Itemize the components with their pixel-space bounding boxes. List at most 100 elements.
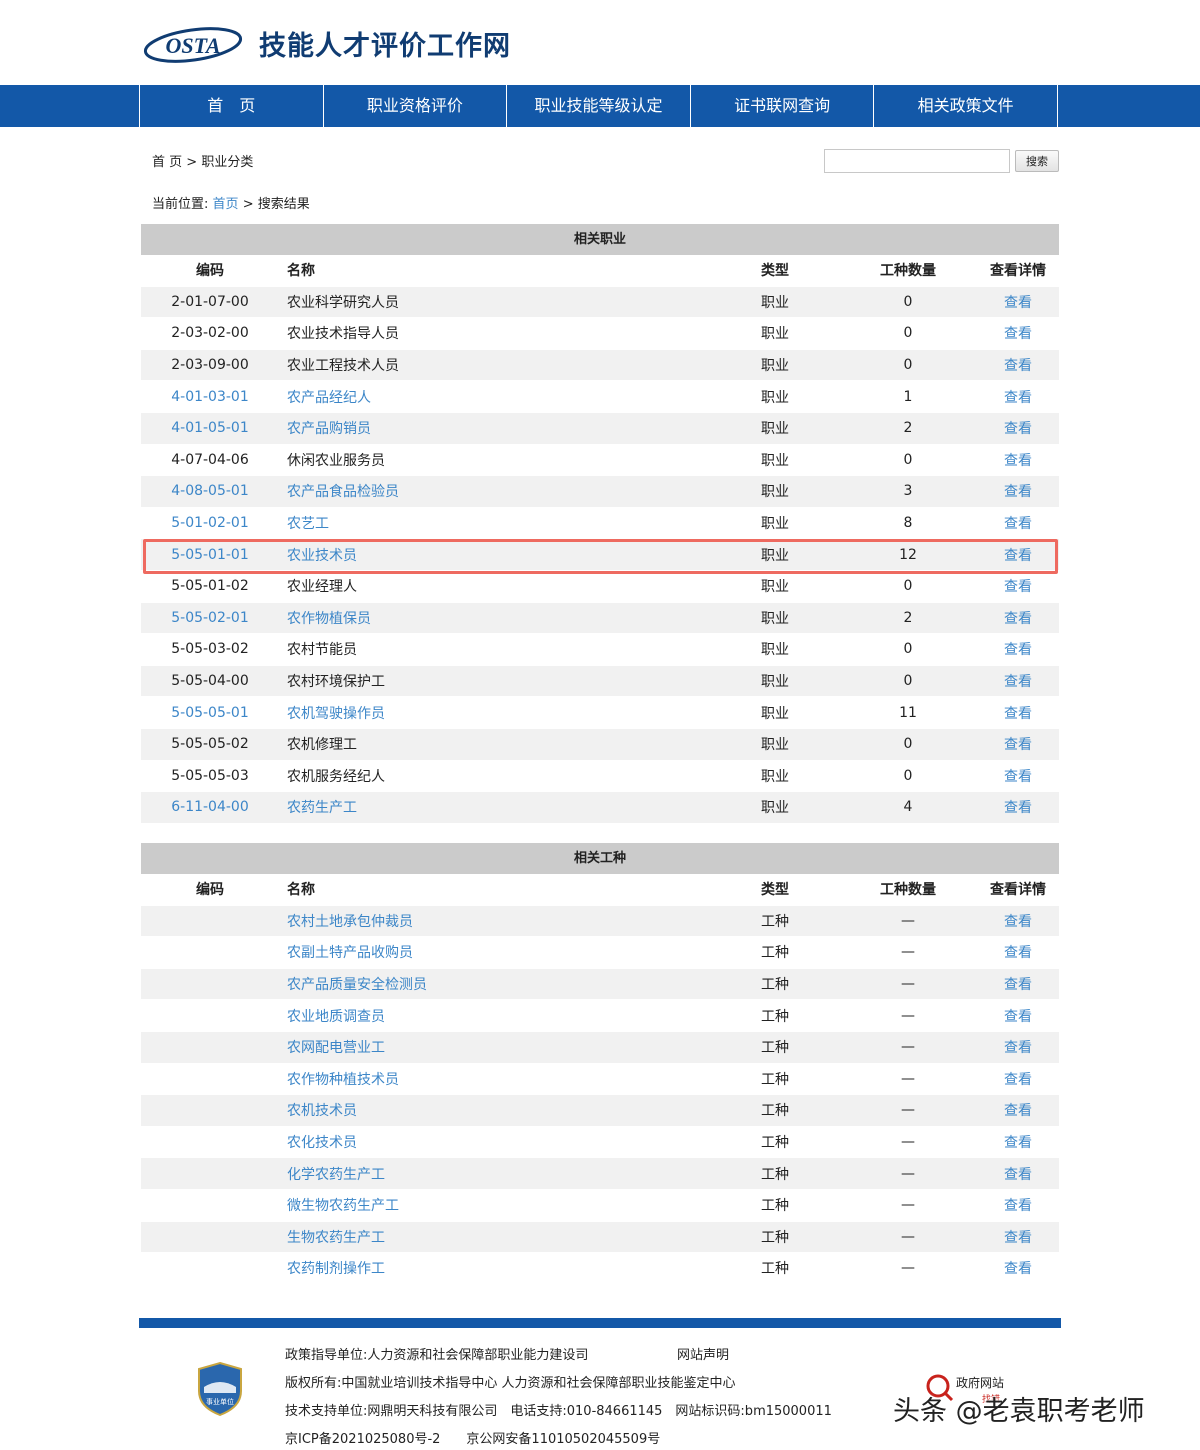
- view-link[interactable]: 查看: [977, 1037, 1059, 1057]
- view-link[interactable]: 查看: [977, 387, 1059, 407]
- cell-name[interactable]: 农机技术员: [279, 1100, 759, 1120]
- cell-name[interactable]: 化学农药生产工: [279, 1164, 759, 1184]
- cell-code[interactable]: 4-01-05-01: [141, 420, 279, 436]
- public-institution-badge-icon[interactable]: 事业单位: [196, 1361, 244, 1417]
- breadcrumb: 首 页 > 职业分类: [152, 151, 253, 170]
- view-link[interactable]: 查看: [977, 671, 1059, 691]
- cell-type: 职业: [761, 737, 789, 754]
- osta-logo[interactable]: OSTA: [142, 22, 244, 66]
- nav-item-certificate-query[interactable]: 证书联网查询: [691, 85, 875, 127]
- cell-count: 2: [903, 609, 913, 626]
- cell-name: 农业经理人: [287, 579, 357, 596]
- search-button[interactable]: 搜索: [1015, 150, 1059, 172]
- trades-table: 相关工种 编码 名称 类型 工种数量 查看详情 农村土地承包仲裁员 工种 — 查看 农副…: [141, 843, 1059, 1285]
- cell-name[interactable]: 农产品食品检验员: [279, 481, 759, 501]
- cell-name[interactable]: 农产品质量安全检测员: [279, 974, 759, 994]
- cell-name[interactable]: 农产品购销员: [279, 418, 759, 438]
- view-link[interactable]: 查看: [977, 639, 1059, 659]
- cell-name[interactable]: 微生物农药生产工: [279, 1195, 759, 1215]
- cell-count: 0: [903, 736, 913, 753]
- nav-item-skill-level[interactable]: 职业技能等级认定: [507, 85, 691, 127]
- view-link[interactable]: 查看: [977, 942, 1059, 962]
- view-link[interactable]: 查看: [977, 911, 1059, 931]
- nav-item-home[interactable]: 首 页: [140, 85, 324, 127]
- cell-count: —: [901, 912, 915, 929]
- cell-name[interactable]: 农业技术员: [279, 545, 759, 565]
- cell-name[interactable]: 农作物种植技术员: [279, 1069, 759, 1089]
- view-link[interactable]: 查看: [977, 974, 1059, 994]
- cell-code: 2-03-09-00: [171, 357, 249, 374]
- footer-statement-link[interactable]: 网站声明: [677, 1344, 729, 1363]
- footer-icp[interactable]: 京ICP备2021025080号-2 京公网安备11010502045509号: [285, 1428, 660, 1447]
- cell-type: 职业: [761, 421, 789, 438]
- cell-type: 工种: [761, 1229, 789, 1246]
- cell-code[interactable]: 4-01-03-01: [141, 389, 279, 405]
- breadcrumb-current: 职业分类: [201, 155, 254, 170]
- cell-count: 12: [899, 546, 917, 563]
- table-row: 农产品质量安全检测员 工种 — 查看: [141, 968, 1059, 1001]
- cell-name: 农村环境保护工: [287, 674, 385, 691]
- table-row: 农机技术员 工种 — 查看: [141, 1095, 1059, 1127]
- nav-item-policy[interactable]: 相关政策文件: [874, 85, 1058, 127]
- nav-item-qualification[interactable]: 职业资格评价: [324, 85, 508, 127]
- search-input[interactable]: [824, 149, 1010, 173]
- cell-code[interactable]: 5-05-01-01: [141, 547, 279, 563]
- cell-name[interactable]: 农化技术员: [279, 1132, 759, 1152]
- location-home-link[interactable]: 首页: [213, 197, 239, 212]
- view-link[interactable]: 查看: [977, 703, 1059, 723]
- cell-code[interactable]: 5-01-02-01: [141, 515, 279, 531]
- cell-name[interactable]: 农艺工: [279, 513, 759, 533]
- svg-text:政府网站: 政府网站: [956, 1375, 1004, 1390]
- view-link[interactable]: 查看: [977, 450, 1059, 470]
- cell-type: 工种: [761, 913, 789, 930]
- header: OSTA 技能人才评价工作网: [0, 0, 1200, 85]
- view-link[interactable]: 查看: [977, 355, 1059, 375]
- view-link[interactable]: 查看: [977, 1258, 1059, 1278]
- cell-name[interactable]: 农副土特产品收购员: [279, 942, 759, 962]
- cell-type: 工种: [761, 1040, 789, 1057]
- view-link[interactable]: 查看: [977, 481, 1059, 501]
- breadcrumb-home[interactable]: 首 页: [152, 155, 182, 170]
- cell-name[interactable]: 农业地质调查员: [279, 1006, 759, 1026]
- view-link[interactable]: 查看: [977, 1132, 1059, 1152]
- cell-name[interactable]: 农作物植保员: [279, 608, 759, 628]
- view-link[interactable]: 查看: [977, 513, 1059, 533]
- view-link[interactable]: 查看: [977, 545, 1059, 565]
- view-link[interactable]: 查看: [977, 323, 1059, 343]
- cell-name[interactable]: 农机驾驶操作员: [279, 703, 759, 723]
- view-link[interactable]: 查看: [977, 608, 1059, 628]
- cell-type: 职业: [761, 642, 789, 659]
- cell-name[interactable]: 农产品经纪人: [279, 387, 759, 407]
- view-link[interactable]: 查看: [977, 1069, 1059, 1089]
- table-row: 2-03-09-00 农业工程技术人员 职业 0 查看: [141, 349, 1059, 382]
- table-row: 农业地质调查员 工种 — 查看: [141, 1000, 1059, 1032]
- view-link[interactable]: 查看: [977, 1006, 1059, 1026]
- view-link[interactable]: 查看: [977, 576, 1059, 596]
- header-name: 名称: [287, 263, 315, 280]
- view-link[interactable]: 查看: [977, 797, 1059, 817]
- cell-name: 农业科学研究人员: [287, 294, 399, 311]
- view-link[interactable]: 查看: [977, 1195, 1059, 1215]
- cell-code[interactable]: 5-05-05-01: [141, 705, 279, 721]
- cell-count: 1: [903, 388, 913, 405]
- view-link[interactable]: 查看: [977, 1100, 1059, 1120]
- cell-count: 0: [903, 641, 913, 658]
- cell-code[interactable]: 6-11-04-00: [141, 799, 279, 815]
- view-link[interactable]: 查看: [977, 766, 1059, 786]
- view-link[interactable]: 查看: [977, 734, 1059, 754]
- view-link[interactable]: 查看: [977, 292, 1059, 312]
- svg-text:OSTA: OSTA: [165, 33, 220, 58]
- cell-name[interactable]: 农药制剂操作工: [279, 1258, 759, 1278]
- view-link[interactable]: 查看: [977, 1164, 1059, 1184]
- cell-code[interactable]: 5-05-02-01: [141, 610, 279, 626]
- view-link[interactable]: 查看: [977, 418, 1059, 438]
- cell-name[interactable]: 农村土地承包仲裁员: [279, 911, 759, 931]
- cell-name[interactable]: 生物农药生产工: [279, 1227, 759, 1247]
- cell-name[interactable]: 农药生产工: [279, 797, 759, 817]
- cell-type: 职业: [761, 326, 789, 343]
- cell-name[interactable]: 农网配电营业工: [279, 1037, 759, 1057]
- location-sep: >: [242, 197, 254, 212]
- cell-code[interactable]: 4-08-05-01: [141, 483, 279, 499]
- view-link[interactable]: 查看: [977, 1227, 1059, 1247]
- cell-type: 职业: [761, 705, 789, 722]
